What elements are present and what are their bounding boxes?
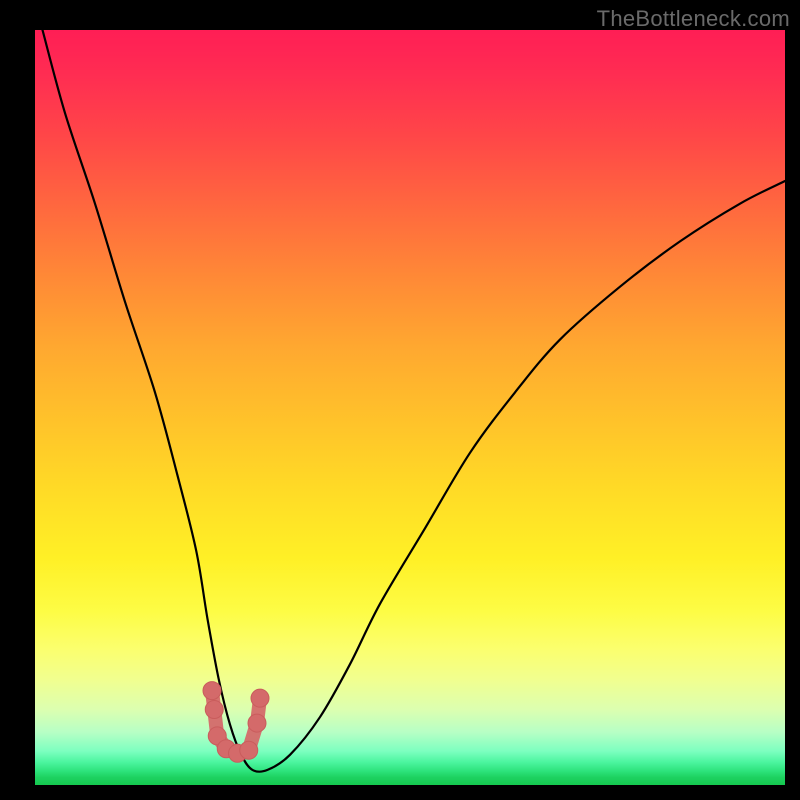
plot-area (35, 30, 785, 785)
l-marker (203, 682, 269, 763)
watermark-text: TheBottleneck.com (597, 6, 790, 32)
chart-frame: TheBottleneck.com (0, 0, 800, 800)
chart-svg (35, 30, 785, 785)
bottleneck-curve (43, 30, 786, 772)
